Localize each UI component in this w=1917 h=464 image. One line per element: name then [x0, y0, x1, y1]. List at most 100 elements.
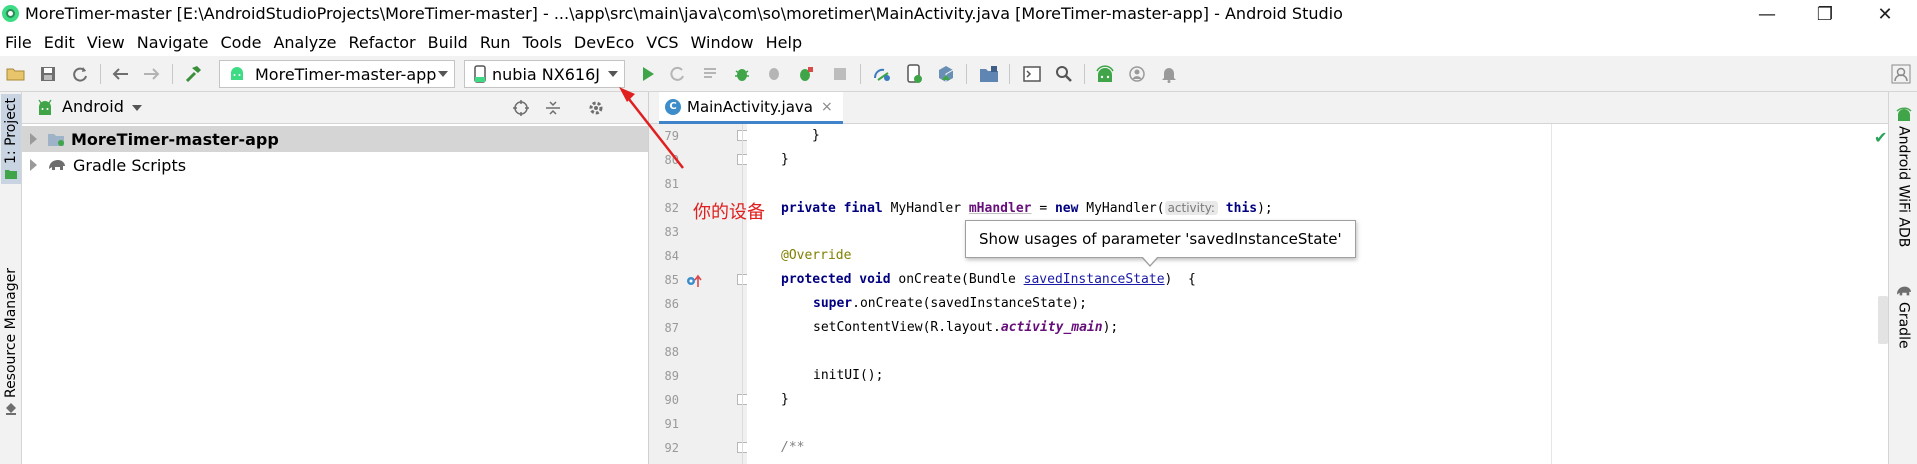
menu-file[interactable]: File: [0, 29, 38, 56]
line-number: 88: [664, 345, 679, 359]
run-icon[interactable]: [637, 63, 659, 85]
menu-refactor[interactable]: Refactor: [343, 29, 422, 56]
code-editor[interactable]: } } private final MyHandler mHandler = n…: [747, 124, 1888, 464]
avd-manager-icon[interactable]: [903, 63, 925, 85]
menu-window[interactable]: Window: [685, 29, 760, 56]
android-assistant-icon[interactable]: [1094, 63, 1116, 85]
toolbar-separator: [172, 64, 173, 84]
back-arrow-icon[interactable]: [109, 63, 131, 85]
close-button[interactable]: ✕: [1862, 0, 1908, 29]
toolbar-separator: [100, 64, 101, 84]
maximize-button[interactable]: ❐: [1802, 0, 1848, 29]
attach-debugger-icon[interactable]: [763, 63, 785, 85]
project-folder-icon: [4, 168, 18, 180]
line-number: 83: [664, 225, 679, 239]
device-dropdown[interactable]: nubia NX616J: [464, 60, 625, 88]
editor-tab-label: MainActivity.java: [687, 97, 813, 116]
menu-help[interactable]: Help: [760, 29, 808, 56]
resource-manager-icon: [4, 402, 18, 416]
menu-run[interactable]: Run: [474, 29, 517, 56]
profile-icon[interactable]: [795, 63, 817, 85]
collapse-all-icon[interactable]: [544, 99, 562, 117]
sync-icon[interactable]: [69, 63, 91, 85]
search-icon[interactable]: [1053, 63, 1075, 85]
line-number: 89: [664, 369, 679, 383]
module-folder-icon: [47, 131, 65, 147]
forward-arrow-icon[interactable]: [141, 63, 163, 85]
menu-navigate[interactable]: Navigate: [131, 29, 215, 56]
editor-scrollbar-thumb[interactable]: [1878, 296, 1888, 344]
debug-bug-icon[interactable]: [731, 63, 753, 85]
menu-build[interactable]: Build: [422, 29, 474, 56]
menu-vcs[interactable]: VCS: [640, 29, 684, 56]
chevron-down-icon: [438, 71, 448, 77]
menu-edit[interactable]: Edit: [38, 29, 81, 56]
close-tab-icon[interactable]: ×: [821, 99, 833, 115]
gear-icon[interactable]: [587, 99, 605, 117]
menu-deveco[interactable]: DevEco: [568, 29, 640, 56]
line-number: 86: [664, 297, 679, 311]
apply-code-changes-icon[interactable]: [699, 63, 721, 85]
stop-icon[interactable]: [829, 63, 851, 85]
tool-tab-resource-manager[interactable]: Resource Manager: [1, 222, 21, 462]
toolbar-separator: [966, 64, 967, 84]
gutter-divider: [742, 124, 743, 464]
phone-icon: [474, 65, 486, 83]
run-configuration-label: MoreTimer-master-app: [255, 64, 437, 84]
apply-changes-restart-icon[interactable]: [667, 63, 689, 85]
main-toolbar: MoreTimer-master-app nubia NX616J: [0, 56, 1917, 92]
tree-item-label: Gradle Scripts: [73, 155, 187, 175]
save-icon[interactable]: [37, 63, 59, 85]
usages-tooltip: Show usages of parameter 'savedInstanceS…: [965, 220, 1356, 258]
minimize-button[interactable]: —: [1744, 0, 1790, 29]
menu-tools[interactable]: Tools: [517, 29, 568, 56]
terminal-window-icon[interactable]: [1021, 63, 1043, 85]
notification-bell-icon[interactable]: [1158, 63, 1180, 85]
expand-arrow-icon[interactable]: [30, 159, 37, 171]
tool-tab-resource-manager-label: Resource Manager: [3, 267, 19, 399]
sync-gradle-icon[interactable]: [871, 63, 893, 85]
code-line: /**: [781, 440, 805, 455]
toolbar-separator: [1009, 64, 1010, 84]
code-line: private final MyHandler mHandler = new M…: [781, 201, 1273, 216]
tree-item-label: MoreTimer-master-app: [71, 129, 279, 149]
sdk-manager-icon[interactable]: [935, 63, 957, 85]
parameter-hint: activity:: [1164, 201, 1218, 215]
code-line: super.onCreate(savedInstanceState);: [813, 296, 1087, 311]
chevron-down-icon[interactable]: [132, 105, 142, 111]
tool-tab-android-wifi-adb[interactable]: Android WiFi ADB: [1889, 106, 1917, 247]
right-margin-guide: [1551, 124, 1552, 464]
expand-arrow-icon[interactable]: [30, 133, 37, 145]
account-circle-icon[interactable]: [1126, 63, 1148, 85]
tree-item-module[interactable]: MoreTimer-master-app: [22, 126, 648, 152]
line-number: 91: [664, 417, 679, 431]
tool-tab-gradle[interactable]: Gradle: [1889, 284, 1917, 349]
tree-item-gradle-scripts[interactable]: Gradle Scripts: [22, 152, 648, 178]
menu-view[interactable]: View: [81, 29, 131, 56]
parameter-savedinstancestate[interactable]: savedInstanceState: [1024, 272, 1165, 287]
right-tool-window-strip: Android WiFi ADB Gradle: [1888, 92, 1917, 464]
code-line: }: [781, 152, 789, 167]
tooltip-text: Show usages of parameter 'savedInstanceS…: [979, 230, 1342, 248]
locate-target-icon[interactable]: [512, 99, 530, 117]
open-folder-icon[interactable]: [5, 63, 27, 85]
line-number: 81: [664, 177, 679, 191]
menu-code[interactable]: Code: [215, 29, 268, 56]
android-wifi-icon: [1895, 106, 1913, 122]
menu-analyze[interactable]: Analyze: [267, 29, 342, 56]
title-bar: MoreTimer-master [E:\AndroidStudioProjec…: [0, 0, 1917, 29]
tool-tab-project[interactable]: 1: Project: [1, 94, 21, 184]
override-method-icon[interactable]: [686, 274, 704, 288]
user-profile-icon[interactable]: [1890, 63, 1912, 85]
project-view-mode-dropdown[interactable]: Android: [62, 97, 124, 116]
android-app-icon: [228, 66, 246, 82]
run-configuration-dropdown[interactable]: MoreTimer-master-app: [219, 60, 455, 88]
line-number: 85: [664, 273, 679, 287]
android-studio-icon: [2, 5, 19, 22]
device-file-explorer-icon[interactable]: [978, 63, 1000, 85]
gradle-elephant-icon: [1895, 284, 1913, 298]
build-hammer-icon[interactable]: [182, 63, 204, 85]
inspection-ok-icon[interactable]: ✔: [1874, 128, 1887, 147]
red-annotation-arrow: [619, 87, 684, 169]
gradle-elephant-icon: [47, 157, 67, 173]
